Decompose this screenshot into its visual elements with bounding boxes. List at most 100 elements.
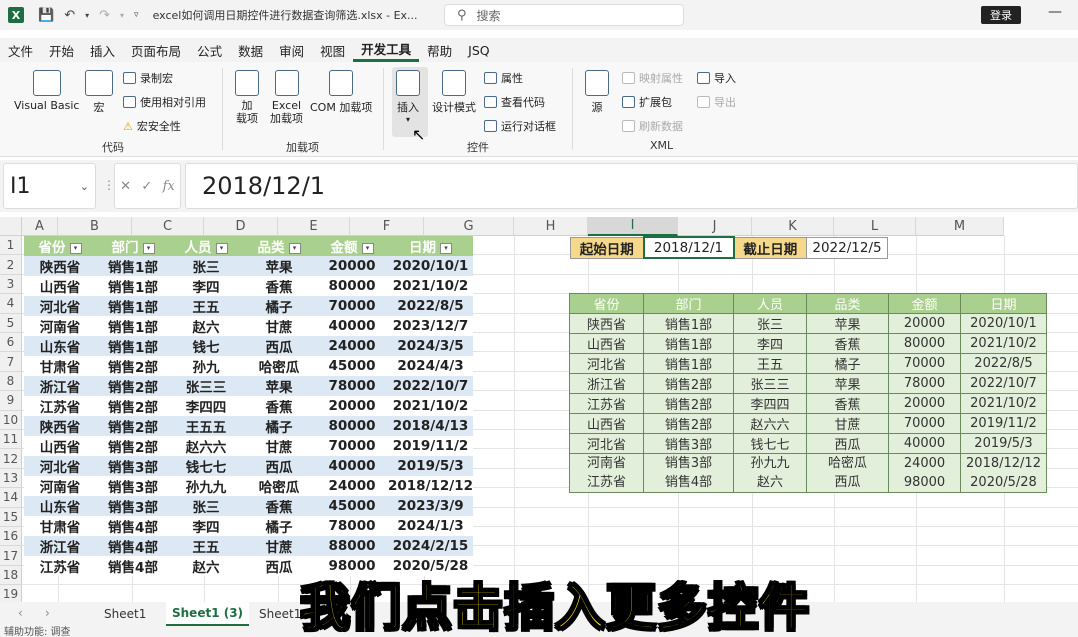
table-cell[interactable]: 2024/4/3 <box>388 356 474 376</box>
run-dialog-button[interactable]: 运行对话框 <box>484 118 556 134</box>
result-cell[interactable]: 橘子 <box>806 353 889 374</box>
sheet-tab[interactable]: Sheet1 <box>259 602 301 626</box>
table-cell[interactable]: 24000 <box>316 476 388 496</box>
result-cell[interactable]: 销售1部 <box>643 353 734 374</box>
table-header-cell[interactable]: 日期 ▾ <box>388 236 474 256</box>
table-cell[interactable]: 西瓜 <box>242 456 316 476</box>
table-cell[interactable]: 98000 <box>316 556 388 576</box>
table-cell[interactable]: 江苏省 <box>24 556 96 576</box>
row-header[interactable]: 14 <box>0 488 22 508</box>
result-cell[interactable]: 陕西省 <box>569 313 644 334</box>
table-cell[interactable]: 李四 <box>170 516 242 536</box>
filter-dropdown-icon[interactable]: ▾ <box>215 242 228 254</box>
filter-dropdown-icon[interactable]: ▾ <box>69 242 82 254</box>
table-cell[interactable]: 2022/8/5 <box>388 296 474 316</box>
table-header-cell[interactable]: 品类 ▾ <box>242 236 316 256</box>
table-header-cell[interactable]: 省份 ▾ <box>24 236 96 256</box>
result-cell[interactable]: 销售3部 <box>643 433 734 454</box>
previous-sheet-icon[interactable]: ‹ <box>18 606 23 620</box>
result-cell[interactable]: 销售1部 <box>643 313 734 334</box>
table-cell[interactable]: 孙九 <box>170 356 242 376</box>
table-cell[interactable]: 河南省 <box>24 476 96 496</box>
row-header[interactable]: 1 <box>0 236 22 256</box>
table-cell[interactable]: 2019/5/3 <box>388 456 474 476</box>
table-cell[interactable]: 78000 <box>316 516 388 536</box>
properties-button[interactable]: 属性 <box>484 70 523 86</box>
table-cell[interactable]: 浙江省 <box>24 536 96 556</box>
result-cell[interactable]: 销售3部 销售4部 <box>643 453 734 493</box>
table-cell[interactable]: 2023/3/9 <box>388 496 474 516</box>
result-cell[interactable]: 销售2部 <box>643 413 734 434</box>
column-header[interactable]: G <box>424 217 514 236</box>
table-cell[interactable]: 2018/4/13 <box>388 416 474 436</box>
ribbon-tab[interactable]: 视图 <box>312 41 353 60</box>
table-cell[interactable]: 销售1部 <box>96 336 170 356</box>
result-cell[interactable]: 2018/12/12 2020/5/28 <box>960 453 1047 493</box>
spreadsheet-grid[interactable]: 省份 ▾ 部门 ▾ 人员 ▾ 品类 ▾ 金额 ▾ 日期 ▾ 陕西省 销售1部 张三 苹果 20000 2020/… <box>0 217 1078 602</box>
table-cell[interactable]: 2018/12/12 <box>388 476 474 496</box>
ribbon-tab[interactable]: 帮助 <box>419 41 460 60</box>
table-cell[interactable]: 88000 <box>316 536 388 556</box>
result-cell[interactable]: 甘蔗 <box>806 413 889 434</box>
result-cell[interactable]: 78000 <box>888 373 961 394</box>
redo-dropdown-icon[interactable]: ▾ <box>120 11 124 20</box>
excel-add-ins-button[interactable]: Excel 加载项 <box>270 70 303 125</box>
result-cell[interactable]: 2021/10/2 <box>960 333 1047 354</box>
start-date-cell[interactable]: 2018/12/1 <box>642 236 735 259</box>
table-cell[interactable]: 甘蔗 <box>242 316 316 336</box>
table-cell[interactable]: 西瓜 <box>242 336 316 356</box>
name-box[interactable]: I1 ⌄ <box>3 163 96 209</box>
row-header[interactable]: 11 <box>0 430 22 450</box>
table-cell[interactable]: 香蕉 <box>242 496 316 516</box>
table-cell[interactable]: 70000 <box>316 436 388 456</box>
column-header[interactable]: C <box>132 217 204 236</box>
table-cell[interactable]: 苹果 <box>242 256 316 276</box>
record-macro-button[interactable]: 录制宏 <box>123 70 173 86</box>
ribbon-tab[interactable]: 数据 <box>230 41 271 60</box>
row-header[interactable]: 6 <box>0 333 22 353</box>
select-all-corner[interactable] <box>0 217 22 236</box>
result-cell[interactable]: 江苏省 <box>569 393 644 414</box>
result-cell[interactable]: 2019/11/2 <box>960 413 1047 434</box>
table-cell[interactable]: 销售2部 <box>96 436 170 456</box>
table-cell[interactable]: 80000 <box>316 416 388 436</box>
ribbon-tab[interactable]: 审阅 <box>271 41 312 60</box>
table-cell[interactable]: 2020/5/28 <box>388 556 474 576</box>
table-cell[interactable]: 销售2部 <box>96 376 170 396</box>
filter-dropdown-icon[interactable]: ▾ <box>142 242 155 254</box>
table-cell[interactable]: 销售3部 <box>96 476 170 496</box>
add-ins-button[interactable]: 加 载项 <box>235 70 259 125</box>
table-header-cell[interactable]: 部门 ▾ <box>96 236 170 256</box>
view-code-button[interactable]: 查看代码 <box>484 94 545 110</box>
result-cell[interactable]: 销售1部 <box>643 333 734 354</box>
table-cell[interactable]: 甘肃省 <box>24 516 96 536</box>
table-cell[interactable]: 张三 <box>170 496 242 516</box>
table-cell[interactable]: 销售1部 <box>96 316 170 336</box>
result-cell[interactable]: 李四四 <box>733 393 807 414</box>
table-cell[interactable]: 赵六 <box>170 556 242 576</box>
column-header[interactable]: M <box>916 217 1004 236</box>
result-cell[interactable]: 销售2部 <box>643 393 734 414</box>
table-cell[interactable]: 2020/10/1 <box>388 256 474 276</box>
row-header[interactable]: 4 <box>0 294 22 314</box>
result-cell[interactable]: 香蕉 <box>806 333 889 354</box>
table-cell[interactable]: 2024/1/3 <box>388 516 474 536</box>
result-cell[interactable]: 香蕉 <box>806 393 889 414</box>
insert-function-icon[interactable]: fx <box>163 179 175 194</box>
result-cell[interactable]: 20000 <box>888 393 961 414</box>
table-cell[interactable]: 24000 <box>316 336 388 356</box>
table-cell[interactable]: 2024/3/5 <box>388 336 474 356</box>
result-cell[interactable]: 山西省 <box>569 413 644 434</box>
table-cell[interactable]: 河南省 <box>24 316 96 336</box>
table-cell[interactable]: 山东省 <box>24 336 96 356</box>
column-header[interactable]: H <box>514 217 588 236</box>
result-cell[interactable]: 2022/8/5 <box>960 353 1047 374</box>
table-cell[interactable]: 橘子 <box>242 516 316 536</box>
result-cell[interactable]: 苹果 <box>806 373 889 394</box>
row-header[interactable]: 12 <box>0 449 22 469</box>
table-cell[interactable]: 张三 <box>170 256 242 276</box>
table-cell[interactable]: 销售3部 <box>96 456 170 476</box>
result-cell[interactable]: 河北省 <box>569 353 644 374</box>
row-header[interactable]: 16 <box>0 527 22 547</box>
table-cell[interactable]: 张三三 <box>170 376 242 396</box>
